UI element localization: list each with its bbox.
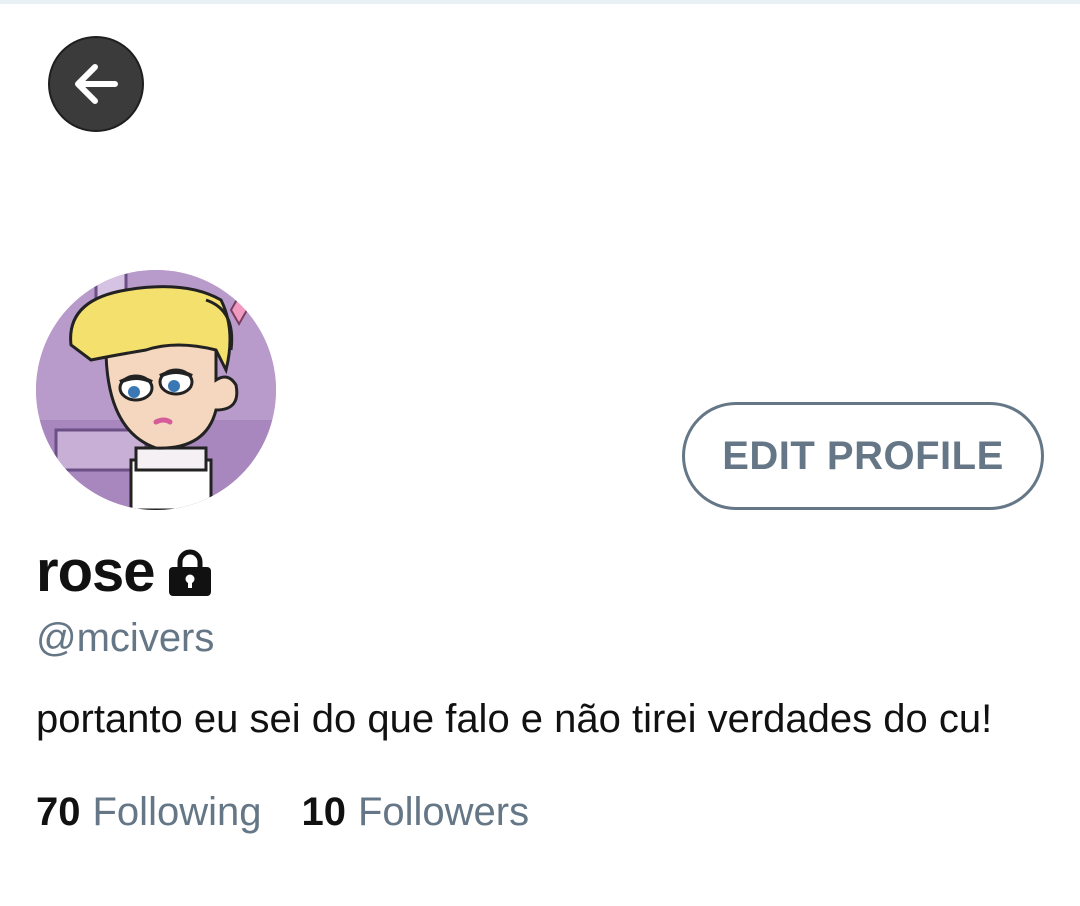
status-bar-edge: [0, 0, 1080, 4]
back-button[interactable]: [48, 36, 144, 132]
name-row: rose: [36, 536, 215, 606]
profile-page: EDIT PROFILE rose @mcivers portanto eu s…: [0, 0, 1080, 906]
followers-count: 10: [301, 790, 346, 834]
following-count: 70: [36, 790, 81, 834]
lock-icon: [165, 548, 215, 598]
avatar[interactable]: [36, 270, 276, 510]
avatar-image: [36, 270, 276, 510]
following-label: Following: [92, 790, 262, 834]
followers-label: Followers: [357, 790, 530, 834]
bio: portanto eu sei do que falo e não tirei …: [36, 697, 993, 741]
edit-profile-button[interactable]: EDIT PROFILE: [682, 402, 1044, 510]
display-name: rose: [36, 538, 156, 604]
edit-profile-label: EDIT PROFILE: [722, 433, 1004, 478]
following-link[interactable]: 70 Following: [36, 790, 261, 835]
followers-link[interactable]: 10 Followers: [301, 790, 529, 835]
arrow-left-icon: [75, 64, 118, 104]
handle: @mcivers: [36, 616, 215, 660]
profile-stats: 70 Following 10 Followers: [36, 790, 529, 835]
